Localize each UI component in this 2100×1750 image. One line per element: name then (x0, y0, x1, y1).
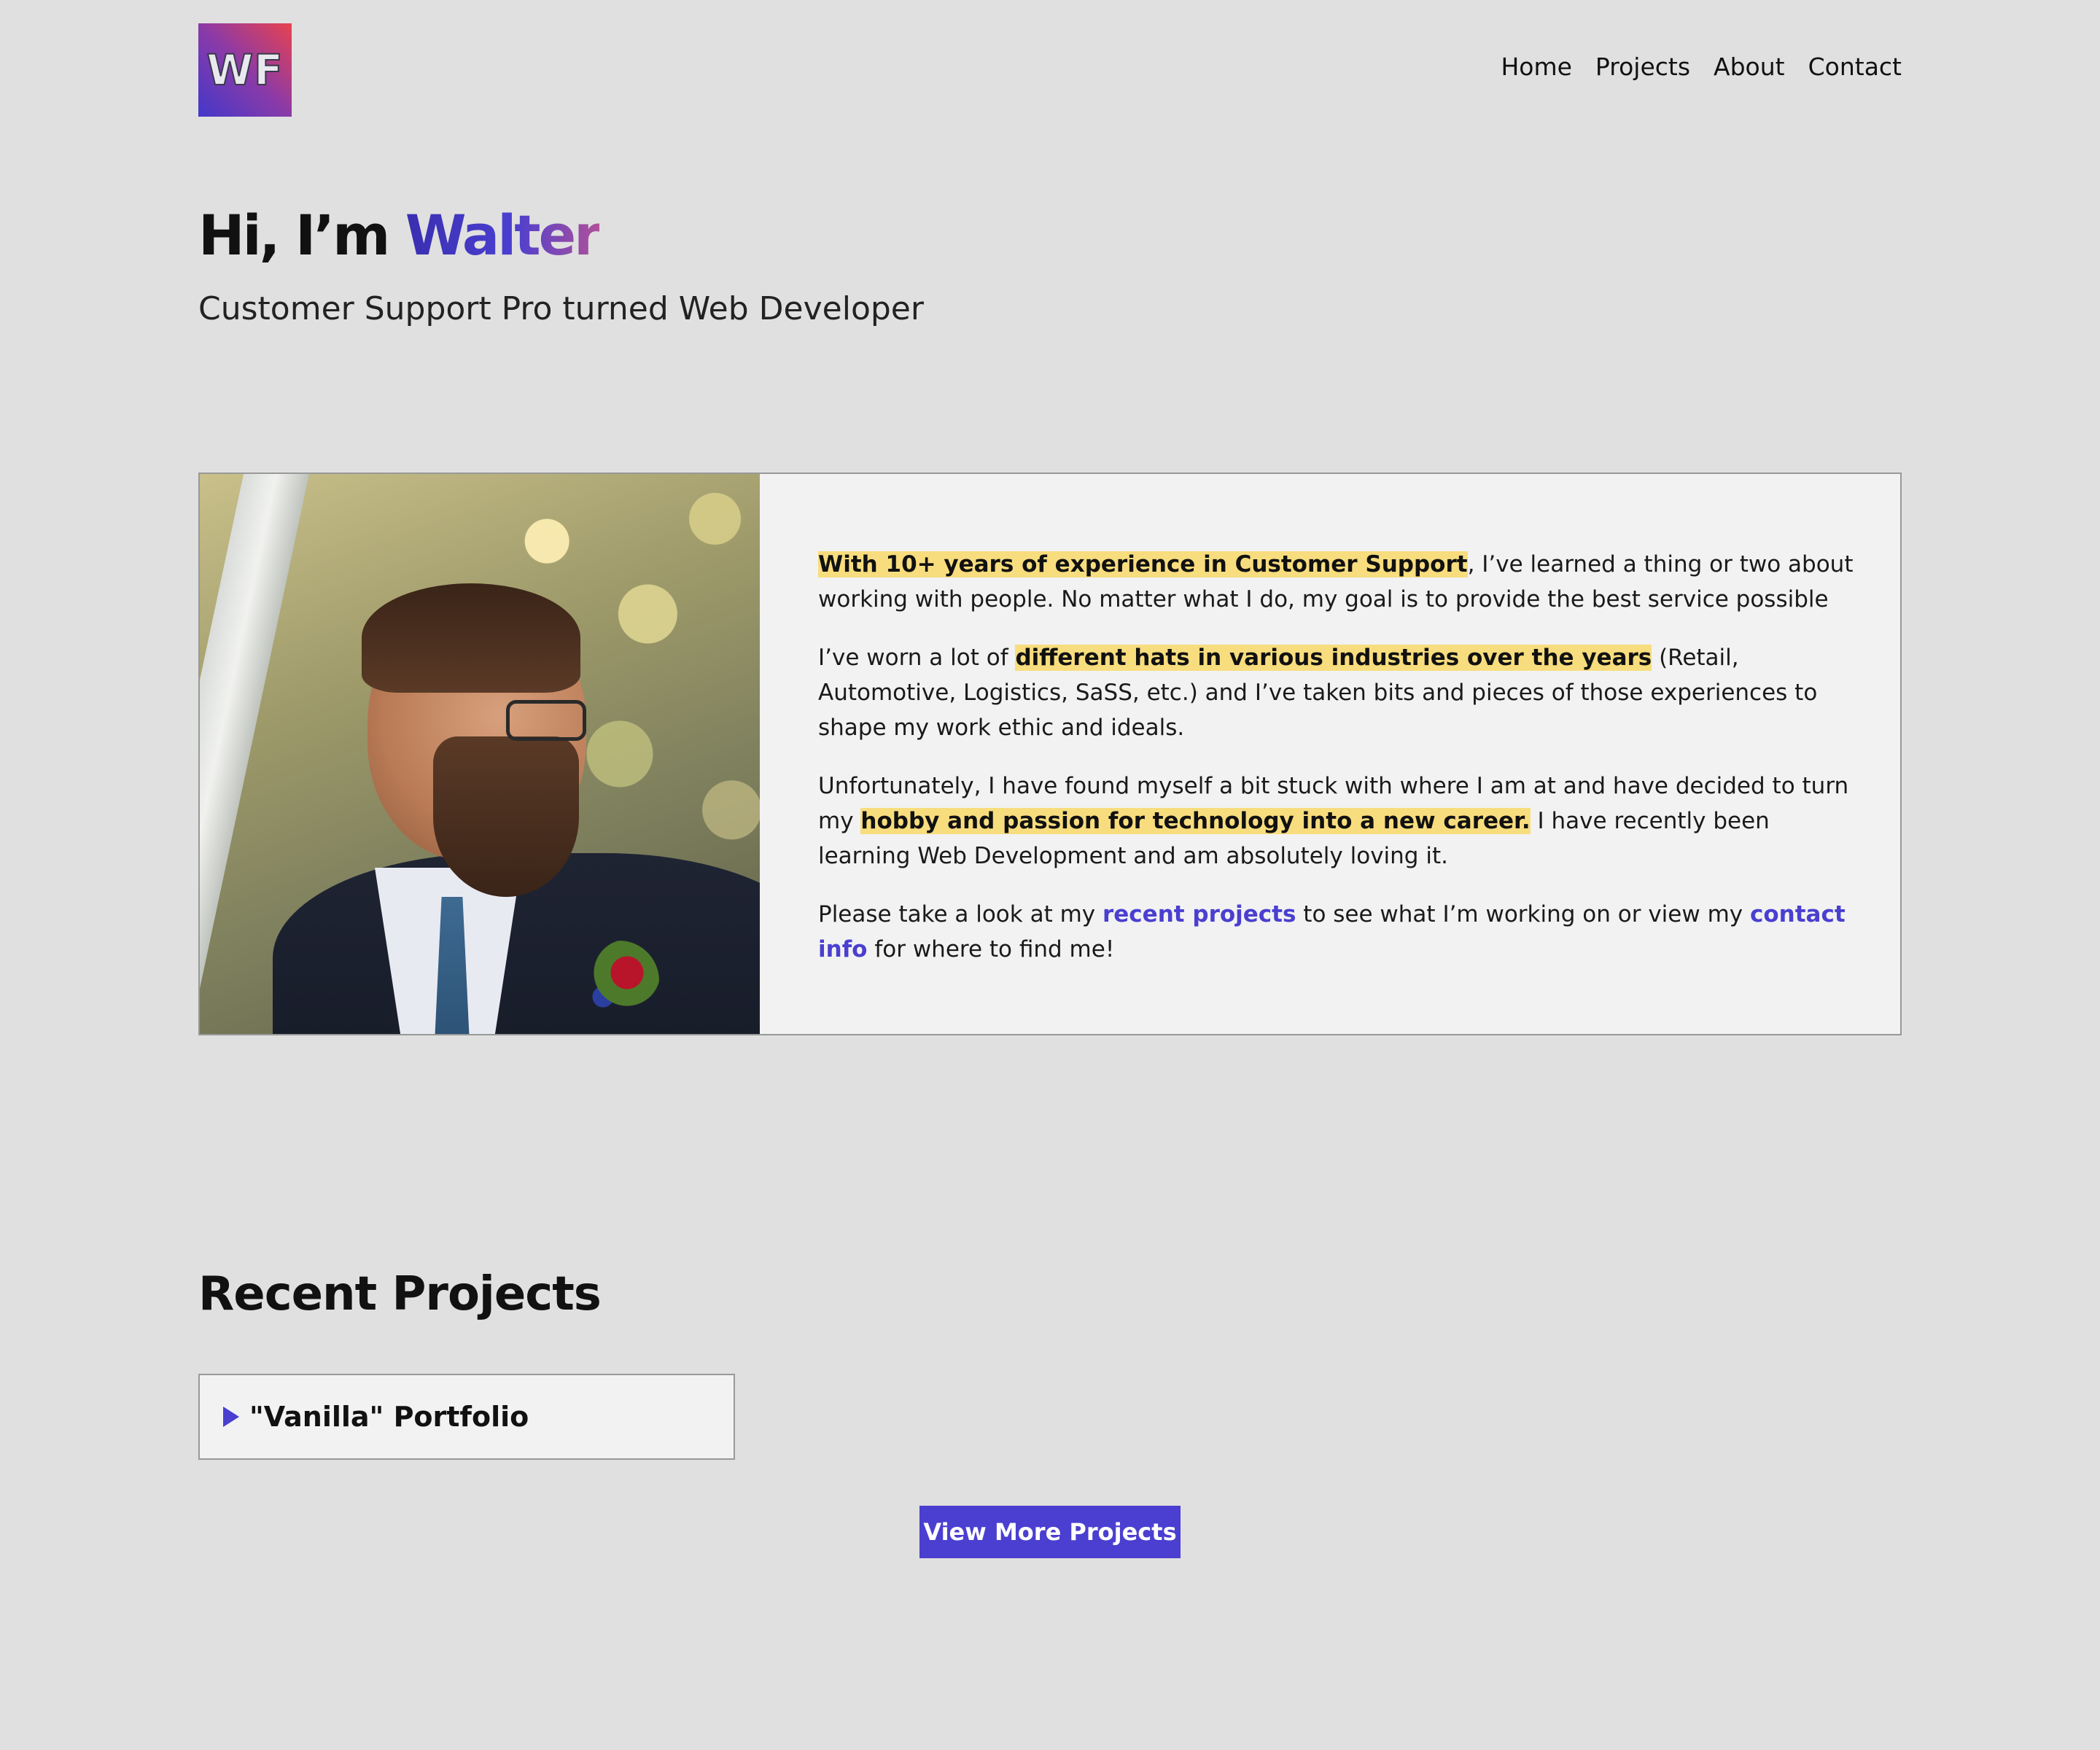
main-nav: Home Projects About Contact (1501, 52, 1902, 81)
nav-contact-link[interactable]: Contact (1808, 52, 1902, 81)
project-item-vanilla-portfolio[interactable]: "Vanilla" Portfolio (198, 1374, 735, 1460)
projects-title: Recent Projects (198, 1267, 602, 1321)
logo[interactable]: WF (198, 23, 292, 117)
about-text: With 10+ years of experience in Customer… (760, 474, 1900, 1034)
photo-hair (362, 583, 580, 693)
paragraph-text: Please take a look at my (818, 901, 1102, 928)
nav-home-link[interactable]: Home (1501, 52, 1571, 81)
photo-boutonniere (579, 941, 659, 1021)
paragraph-text: for where to find me! (867, 936, 1115, 962)
highlight-text: hobby and passion for technology into a … (860, 808, 1531, 834)
about-paragraph-2: I’ve worn a lot of different hats in var… (818, 640, 1856, 745)
highlight-text: With 10+ years of experience in Customer… (818, 551, 1468, 578)
about-paragraph-4: Please take a look at my recent projects… (818, 897, 1856, 967)
hero-title: Hi, I’m Walter (198, 203, 602, 268)
paragraph-text: I’ve worn a lot of (818, 645, 1016, 671)
hero-subtitle: Customer Support Pro turned Web Develope… (198, 290, 924, 327)
recent-projects-link[interactable]: recent projects (1102, 901, 1296, 928)
nav-about-link[interactable]: About (1714, 52, 1785, 81)
about-paragraph-3: Unfortunately, I have found myself a bit… (818, 769, 1856, 874)
project-label: "Vanilla" Portfolio (249, 1401, 529, 1433)
nav-projects-link[interactable]: Projects (1595, 52, 1690, 81)
photo-beard (433, 736, 579, 897)
view-more-projects-button[interactable]: View More Projects (919, 1506, 1181, 1558)
about-card: With 10+ years of experience in Customer… (198, 472, 1902, 1035)
expand-triangle-icon[interactable] (223, 1407, 239, 1427)
hero-name: Walter (405, 203, 602, 268)
page: WF Home Projects About Contact Hi, I’m W… (0, 0, 2100, 1750)
about-paragraph-1: With 10+ years of experience in Customer… (818, 547, 1856, 617)
paragraph-text: to see what I’m working on or view my (1296, 901, 1750, 928)
logo-text: WF (206, 44, 284, 96)
photo-glasses (506, 700, 586, 741)
hero-greeting: Hi, I’m (198, 203, 405, 268)
profile-photo (200, 474, 760, 1034)
highlight-text: different hats in various industries ove… (1015, 645, 1652, 671)
